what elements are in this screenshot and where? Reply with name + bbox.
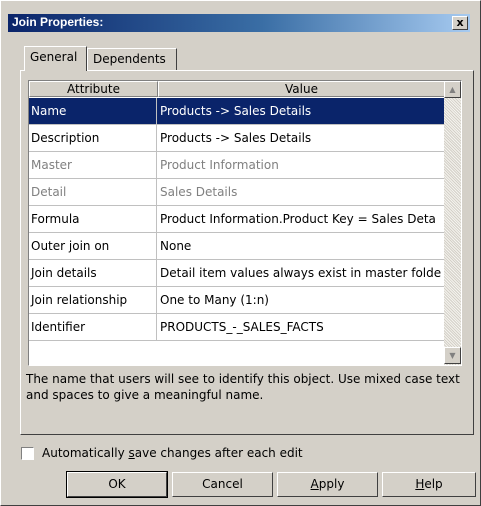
value-cell[interactable]: Product Information: [158, 152, 445, 178]
attribute-cell[interactable]: Identifier: [29, 314, 157, 340]
table-row[interactable]: Outer join on None: [29, 233, 445, 260]
help-button-label: Help: [415, 477, 443, 491]
attribute-cell[interactable]: Description: [29, 125, 157, 151]
table-row[interactable]: Detail Sales Details: [29, 179, 445, 206]
ok-button[interactable]: OK: [66, 471, 168, 498]
property-description: The name that users will see to identify…: [26, 372, 460, 402]
attribute-cell[interactable]: Name: [29, 98, 157, 124]
help-button[interactable]: Help: [382, 472, 476, 497]
attribute-cell[interactable]: Join relationship: [29, 287, 157, 313]
title-bar[interactable]: Join Properties: x: [8, 14, 470, 32]
close-icon: x: [456, 16, 464, 29]
attribute-cell[interactable]: Join details: [29, 260, 157, 286]
tab-general[interactable]: General: [24, 46, 87, 71]
value-cell[interactable]: None: [158, 233, 445, 259]
cancel-button-label: Cancel: [202, 477, 243, 491]
tab-dependents-label: Dependents: [93, 52, 166, 66]
scroll-down-icon: ▼: [449, 351, 456, 360]
attribute-cell[interactable]: Outer join on: [29, 233, 157, 259]
apply-button-label: Apply: [310, 477, 345, 491]
scroll-up-button[interactable]: ▲: [444, 81, 461, 98]
value-cell[interactable]: Product Information.Product Key = Sales …: [158, 206, 445, 232]
table-row[interactable]: Name Products -> Sales Details: [29, 98, 445, 125]
properties-grid[interactable]: Attribute Value Name Products -> Sales De…: [28, 80, 462, 366]
attribute-cell[interactable]: Formula: [29, 206, 157, 232]
table-row[interactable]: Description Products -> Sales Details: [29, 125, 445, 152]
vertical-scrollbar[interactable]: ▲ ▼: [444, 81, 461, 365]
column-header-value[interactable]: Value: [158, 81, 445, 97]
value-cell[interactable]: Products -> Sales Details: [158, 98, 445, 124]
auto-save-checkbox[interactable]: [21, 447, 34, 460]
table-row[interactable]: Join relationship One to Many (1:n): [29, 287, 445, 314]
attribute-cell[interactable]: Detail: [29, 179, 157, 205]
column-header-value-label: Value: [285, 82, 318, 96]
table-row[interactable]: Join details Detail item values always ex…: [29, 260, 445, 287]
close-button[interactable]: x: [452, 16, 468, 30]
value-cell[interactable]: One to Many (1:n): [158, 287, 445, 313]
scroll-down-button[interactable]: ▼: [444, 347, 461, 364]
table-row[interactable]: Formula Product Information.Product Key =…: [29, 206, 445, 233]
value-cell[interactable]: Products -> Sales Details: [158, 125, 445, 151]
cancel-button[interactable]: Cancel: [172, 472, 273, 497]
value-cell[interactable]: Detail item values always exist in maste…: [158, 260, 445, 286]
auto-save-label[interactable]: Automatically save changes after each ed…: [42, 446, 303, 460]
value-cell[interactable]: PRODUCTS_-_SALES_FACTS: [158, 314, 445, 340]
tab-general-label: General: [30, 50, 78, 64]
table-row[interactable]: Master Product Information: [29, 152, 445, 179]
column-header-attribute-label: Attribute: [67, 82, 120, 96]
tab-dependents[interactable]: Dependents: [87, 48, 177, 70]
table-row[interactable]: Identifier PRODUCTS_-_SALES_FACTS: [29, 314, 445, 341]
scroll-up-icon: ▲: [449, 85, 456, 94]
attribute-cell[interactable]: Master: [29, 152, 157, 178]
value-cell[interactable]: Sales Details: [158, 179, 445, 205]
column-header-attribute[interactable]: Attribute: [29, 81, 158, 97]
apply-button[interactable]: Apply: [277, 472, 378, 497]
dialog-title: Join Properties:: [12, 15, 104, 29]
ok-button-label: OK: [108, 477, 126, 491]
